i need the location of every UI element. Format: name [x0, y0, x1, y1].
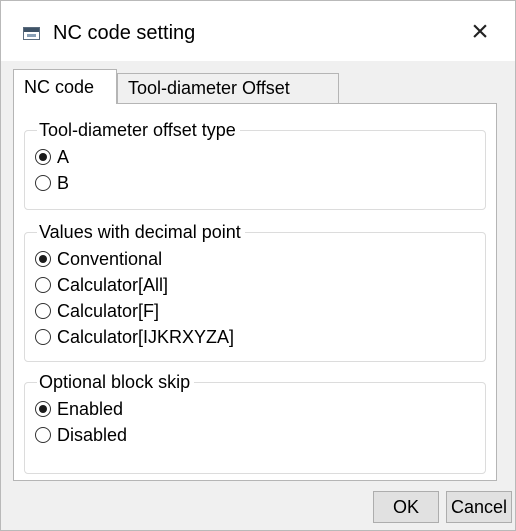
title-bar: NC code setting ×: [1, 1, 515, 61]
radio-button-checked[interactable]: [35, 149, 51, 165]
app-window-icon: [23, 27, 40, 40]
radio-label: B: [57, 173, 70, 193]
radio-button[interactable]: [35, 303, 51, 319]
radio-button[interactable]: [35, 175, 51, 191]
radio-button-checked[interactable]: [35, 251, 51, 267]
radio-label: Calculator[IJKRXYZA]: [57, 327, 235, 347]
ok-button[interactable]: OK: [373, 491, 439, 523]
radio-label: Conventional: [57, 249, 163, 269]
group-decimal-point-legend: Values with decimal point: [37, 220, 245, 244]
group-offset-type: Tool-diameter offset type A B: [24, 118, 486, 210]
tab-nc-code[interactable]: NC code: [13, 69, 117, 104]
group-optional-block-skip-legend: Optional block skip: [37, 370, 195, 394]
radio-label: Disabled: [57, 425, 128, 445]
tab-panel-nc-code: Tool-diameter offset type A B Values wit…: [13, 103, 497, 481]
group-decimal-point: Values with decimal point Conventional C…: [24, 220, 486, 362]
radio-label: Enabled: [57, 399, 124, 419]
cancel-button[interactable]: Cancel: [446, 491, 512, 523]
group-optional-block-skip: Optional block skip Enabled Disabled: [24, 370, 486, 474]
radio-button[interactable]: [35, 427, 51, 443]
radio-button-checked[interactable]: [35, 401, 51, 417]
radio-label: A: [57, 147, 70, 167]
close-button[interactable]: ×: [463, 15, 497, 49]
radio-label: Calculator[F]: [57, 301, 160, 321]
window-title: NC code setting: [53, 22, 196, 44]
radio-button[interactable]: [35, 277, 51, 293]
radio-label: Calculator[All]: [57, 275, 169, 295]
tab-tool-diameter-offset[interactable]: Tool-diameter Offset: [117, 73, 339, 103]
radio-button[interactable]: [35, 329, 51, 345]
nc-code-setting-dialog: NC code setting × NC code Tool-diameter …: [0, 0, 516, 531]
group-offset-type-legend: Tool-diameter offset type: [37, 118, 240, 142]
